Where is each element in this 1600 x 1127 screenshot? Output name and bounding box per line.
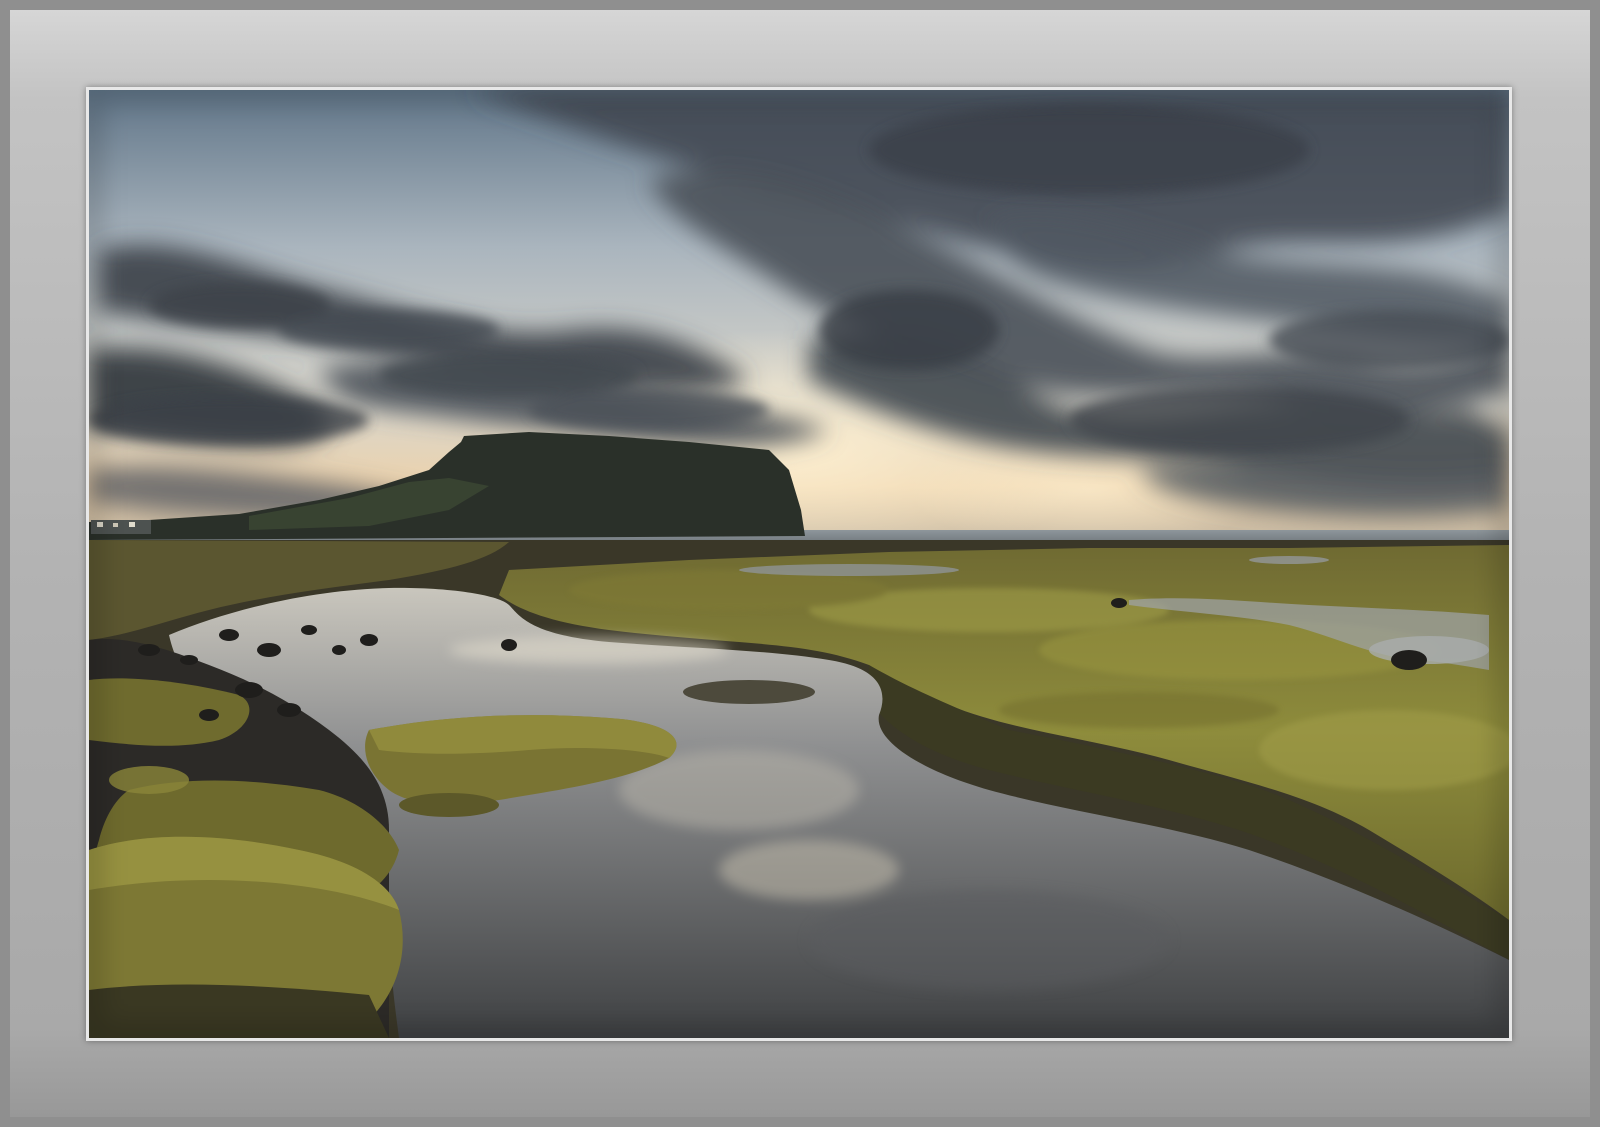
landscape-photo [89, 90, 1509, 1038]
landscape-scene [89, 90, 1509, 1038]
water-rock [683, 680, 815, 704]
